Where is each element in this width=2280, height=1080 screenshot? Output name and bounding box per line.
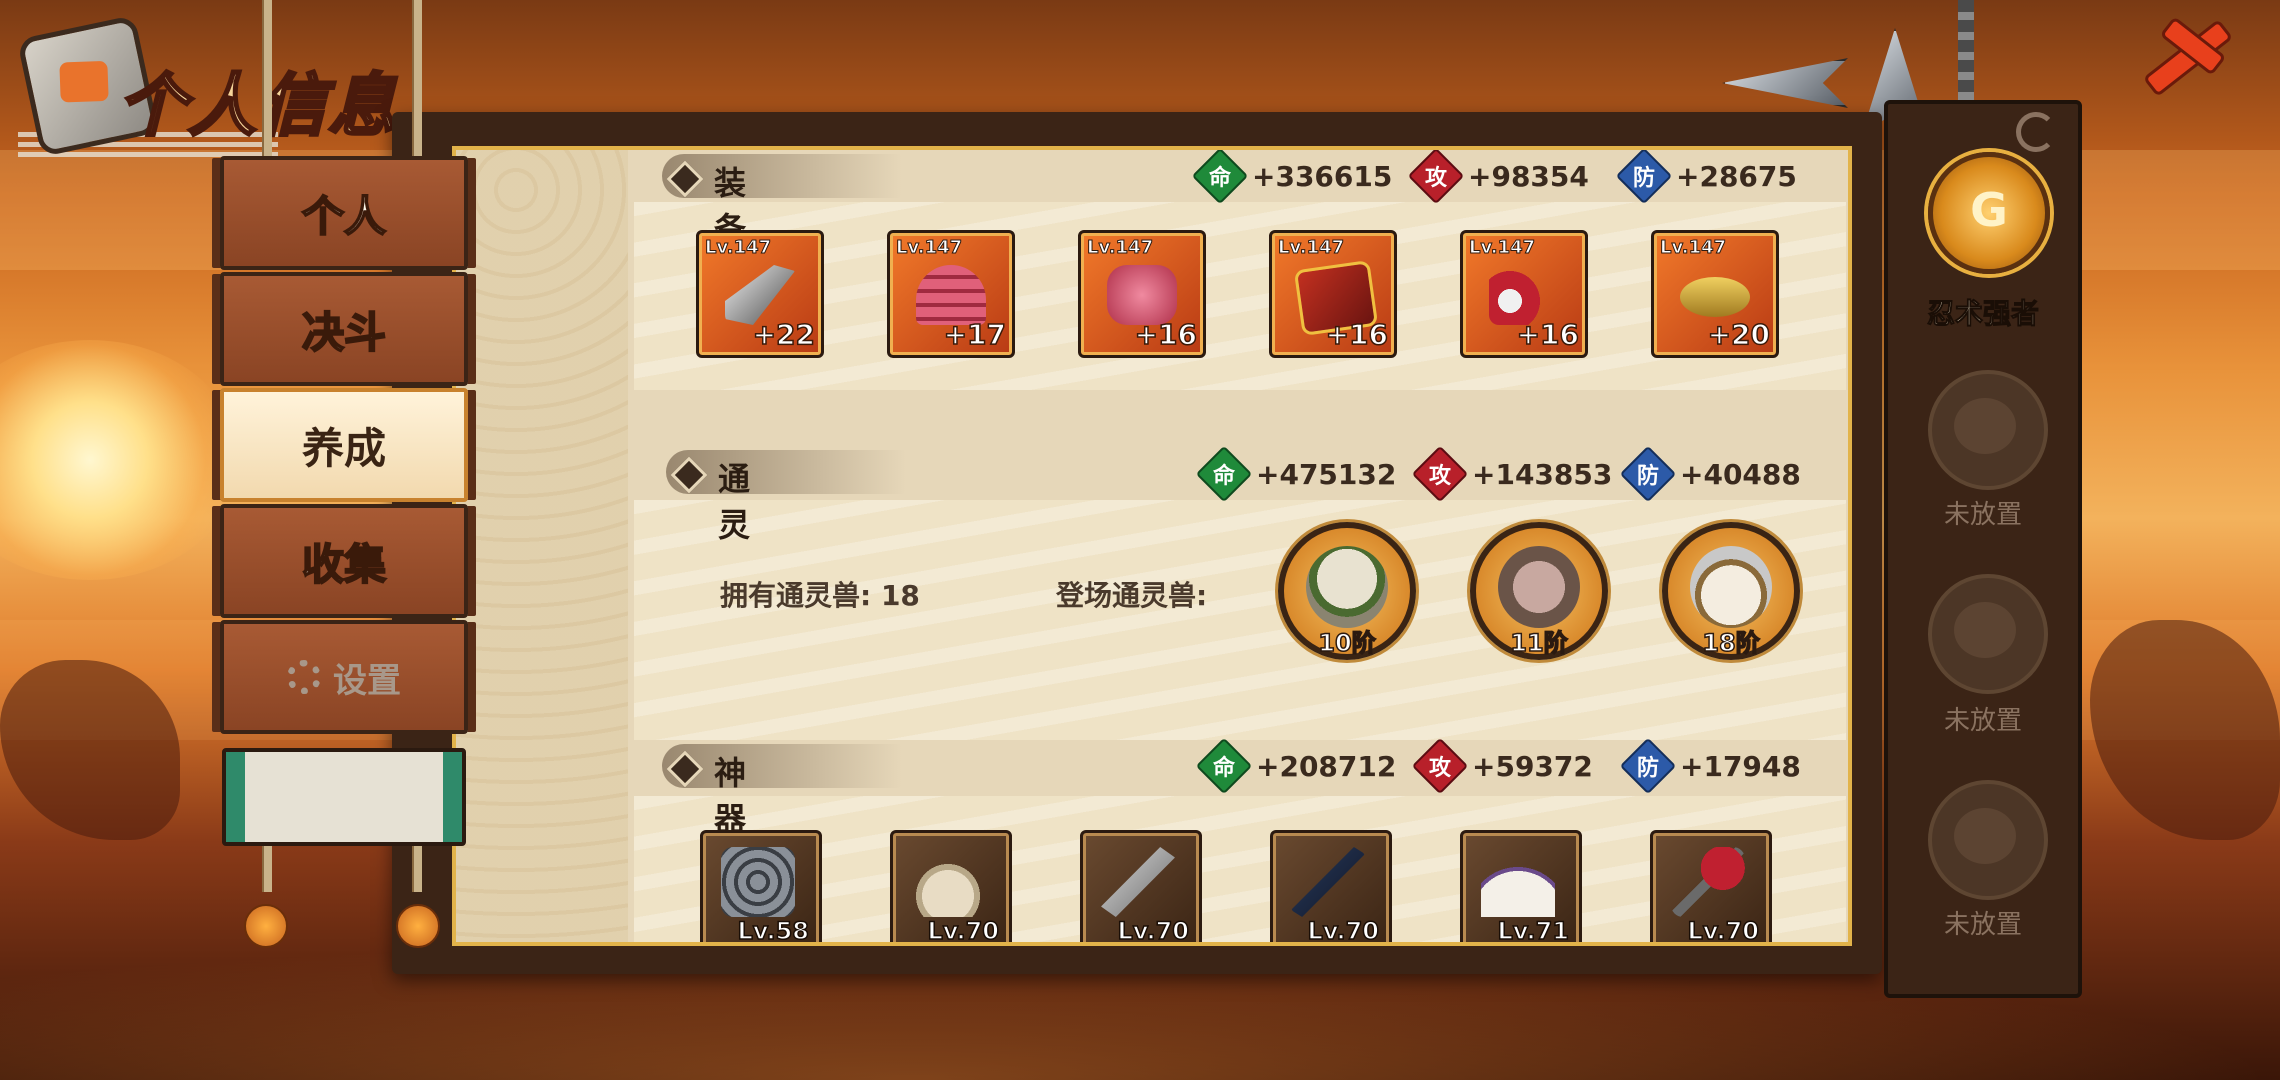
- summon-title: 通灵: [718, 460, 751, 544]
- headband-icon: [1680, 277, 1750, 317]
- tab-collection[interactable]: 收集: [220, 504, 468, 618]
- defense-icon: 防: [1619, 737, 1677, 795]
- owned-summon-count: 拥有通灵兽: 18: [720, 579, 920, 612]
- monkey-beast-icon: [1690, 546, 1772, 628]
- artifact-atk-stat: 攻 +59372: [1411, 737, 1593, 795]
- tassel-icon: [244, 904, 288, 948]
- tab-settings[interactable]: 设置: [220, 620, 468, 734]
- summon-def-stat: 防 +40488: [1619, 445, 1801, 503]
- artifact-slot-scythe[interactable]: Lv.70: [1650, 830, 1772, 942]
- close-button[interactable]: [2130, 4, 2234, 104]
- artifact-def-stat: 防 +17948: [1619, 737, 1801, 795]
- sword-artifact-icon: [1101, 847, 1175, 917]
- equipment-slot-headband[interactable]: Lv.147 +20: [1651, 230, 1779, 358]
- flute-artifact-icon: [1291, 847, 1365, 917]
- empty-slot-label: 未放置: [1943, 500, 2022, 530]
- claw-icon: [1489, 265, 1559, 325]
- summon-beast-monkey[interactable]: 18阶: [1662, 522, 1800, 660]
- summon-beast-dog[interactable]: 10阶: [1278, 522, 1416, 660]
- wave-pattern-column: [456, 150, 628, 942]
- menu-scroll-end: [222, 748, 466, 846]
- hanging-chain: [1958, 0, 1974, 110]
- scythe-artifact-icon: [1671, 847, 1745, 917]
- empty-title-slot[interactable]: [1928, 780, 2048, 900]
- artifact-slot-flute[interactable]: Lv.70: [1270, 830, 1392, 942]
- ninjutsu-master-emblem-icon[interactable]: [1928, 152, 2050, 274]
- attack-icon: 攻: [1407, 150, 1465, 205]
- page-title: 个人信息: [116, 65, 399, 148]
- chain-artifact-icon: [721, 847, 795, 917]
- artifact-title: 神器: [714, 754, 747, 838]
- defense-icon: 防: [1615, 150, 1673, 205]
- hp-icon: 命: [1195, 445, 1253, 503]
- title-slots-panel: 忍术强者 未放置 未放置 未放置: [1884, 100, 2082, 998]
- menu-rope: [262, 0, 272, 164]
- equipment-slot-helmet[interactable]: Lv.147 +17: [887, 230, 1015, 358]
- tab-personal[interactable]: 个人: [220, 156, 468, 270]
- artifact-hp-stat: 命 +208712: [1195, 737, 1396, 795]
- emblem-label: 忍术强者: [1926, 297, 2039, 331]
- artifact-slot-fan[interactable]: Lv.71: [1460, 830, 1582, 942]
- defense-icon: 防: [1619, 445, 1677, 503]
- hp-icon: 命: [1195, 737, 1253, 795]
- artifact-slot-sword[interactable]: Lv.70: [1080, 830, 1202, 942]
- summon-band: [634, 500, 1846, 740]
- summon-hp-stat: 命 +475132: [1195, 445, 1396, 503]
- equipment-slot-blade[interactable]: Lv.147 +22: [696, 230, 824, 358]
- equipment-atk-stat: 攻 +98354: [1407, 150, 1589, 205]
- profile-content-panel[interactable]: 装备 命 +336615 攻 +98354 防 +28675 Lv.147 +2…: [452, 146, 1852, 946]
- blade-icon: [725, 265, 795, 325]
- artifact-slot-chain[interactable]: Lv.58: [700, 830, 822, 942]
- fan-artifact-icon: [1481, 847, 1555, 917]
- empty-slot-label: 未放置: [1943, 910, 2022, 940]
- equipment-hp-stat: 命 +336615: [1191, 150, 1392, 205]
- attack-icon: 攻: [1411, 737, 1469, 795]
- empty-title-slot[interactable]: [1928, 574, 2048, 694]
- dog-beast-icon: [1306, 546, 1388, 628]
- tassel-icon: [396, 904, 440, 948]
- menu-rope: [412, 0, 422, 164]
- summon-beast-slug[interactable]: 11阶: [1470, 522, 1608, 660]
- deployed-summon-label: 登场通灵兽:: [1056, 579, 1208, 612]
- equipment-slot-book[interactable]: Lv.147 +16: [1269, 230, 1397, 358]
- page-title-banner: 个人信息: [16, 14, 418, 160]
- background-sun: [0, 340, 240, 580]
- attack-icon: 攻: [1411, 445, 1469, 503]
- empty-slot-label: 未放置: [1943, 706, 2022, 736]
- tab-duel[interactable]: 决斗: [220, 272, 468, 386]
- slug-beast-icon: [1498, 546, 1580, 628]
- helmet-icon: [916, 265, 986, 325]
- tab-cultivation[interactable]: 养成: [220, 388, 468, 502]
- equipment-slot-claw[interactable]: Lv.147 +16: [1460, 230, 1588, 358]
- gourd-artifact-icon: [911, 847, 985, 917]
- gear-icon: [287, 660, 321, 694]
- equipment-def-stat: 防 +28675: [1615, 150, 1797, 205]
- hp-icon: 命: [1191, 150, 1249, 205]
- empty-title-slot[interactable]: [1928, 370, 2048, 490]
- refresh-icon[interactable]: [2016, 112, 2056, 152]
- equipment-slot-armor[interactable]: Lv.147 +16: [1078, 230, 1206, 358]
- summon-atk-stat: 攻 +143853: [1411, 445, 1612, 503]
- armor-icon: [1107, 265, 1177, 325]
- artifact-slot-gourd[interactable]: Lv.70: [890, 830, 1012, 942]
